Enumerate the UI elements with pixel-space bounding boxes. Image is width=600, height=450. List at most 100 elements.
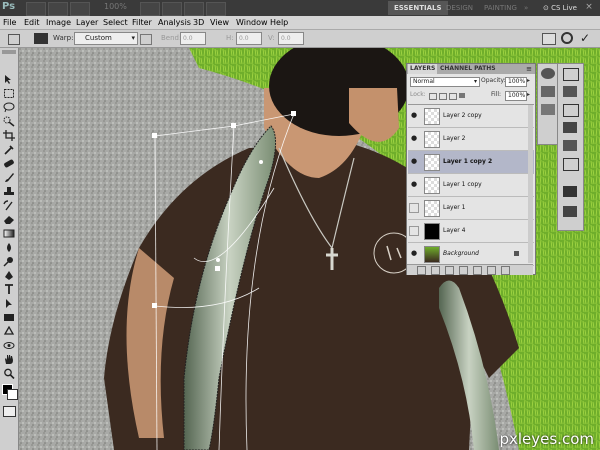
lock-all-icon[interactable] (459, 93, 465, 98)
quick-selection-tool-icon[interactable] (3, 116, 15, 127)
zoom-tool-icon[interactable] (3, 368, 15, 379)
visibility-toggle-off[interactable] (409, 203, 419, 213)
marquee-tool-icon[interactable] (3, 88, 15, 99)
blend-mode-select[interactable]: Normal ▾ (410, 77, 480, 87)
brushes-panel-icon[interactable] (563, 206, 577, 217)
layer-row[interactable]: ● Background (408, 243, 534, 266)
menu-3d[interactable]: 3D (193, 16, 204, 29)
lock-transparent-icon[interactable] (429, 93, 437, 100)
layer-style-icon[interactable] (431, 266, 440, 275)
navigator-panel-icon[interactable] (563, 86, 577, 97)
fill-slider-arrow-icon[interactable]: ▸ (527, 90, 530, 100)
3d-panel-icon[interactable] (541, 68, 555, 79)
info-panel-icon[interactable] (563, 104, 579, 117)
blur-tool-icon[interactable] (3, 242, 15, 253)
layer-row-selected[interactable]: ● Layer 1 copy 2 (408, 151, 534, 174)
pen-tool-icon[interactable] (3, 270, 15, 281)
quick-mask-icon[interactable] (3, 406, 16, 417)
new-group-icon[interactable] (473, 266, 482, 275)
eyedropper-tool-icon[interactable] (3, 144, 15, 155)
eye-icon[interactable]: ● (409, 156, 419, 166)
adjustment-layer-icon[interactable] (459, 266, 468, 275)
warp-grid-icon[interactable] (542, 33, 556, 45)
adjustments-panel-icon[interactable] (541, 104, 555, 115)
eraser-tool-icon[interactable] (3, 214, 15, 225)
tool-presets-panel-icon[interactable] (563, 186, 577, 197)
opacity-slider-arrow-icon[interactable]: ▸ (527, 76, 530, 86)
swatches-panel-icon[interactable] (563, 140, 577, 151)
tool-preset-icon[interactable] (8, 34, 20, 45)
menu-filter[interactable]: Filter (132, 16, 152, 29)
menu-help[interactable]: Help (270, 16, 288, 29)
layer-row[interactable]: Layer 1 (408, 197, 534, 220)
histogram-panel-icon[interactable] (563, 68, 579, 81)
healing-brush-tool-icon[interactable] (3, 158, 15, 169)
v-distortion-field[interactable]: 0.0 (278, 32, 304, 45)
h-distortion-field[interactable]: 0.0 (236, 32, 262, 45)
3d-orbit-tool-icon[interactable] (3, 340, 15, 351)
cancel-transform-icon[interactable] (561, 32, 573, 44)
bend-field[interactable]: 0.0 (180, 32, 206, 45)
opacity-field[interactable]: 100% (505, 77, 527, 87)
menu-view[interactable]: View (210, 16, 229, 29)
path-selection-tool-icon[interactable] (3, 298, 15, 309)
eye-icon[interactable]: ● (409, 133, 419, 143)
layer-row[interactable]: ● Layer 1 copy (408, 174, 534, 197)
menu-window[interactable]: Window (236, 16, 268, 29)
trash-icon[interactable] (501, 266, 510, 275)
hand-tool-icon[interactable] (3, 354, 15, 365)
dodge-tool-icon[interactable] (3, 256, 15, 267)
cs-live-button[interactable]: ⊙ CS Live (543, 1, 577, 15)
commit-transform-icon[interactable]: ✓ (580, 31, 590, 45)
rectangle-tool-icon[interactable] (3, 312, 15, 323)
panel-menu-icon[interactable]: ≡ (526, 64, 532, 74)
fill-field[interactable]: 100% (505, 91, 527, 101)
workspace-essentials[interactable]: ESSENTIALS (388, 1, 448, 15)
warp-style-select[interactable]: Custom ▾ (74, 32, 138, 45)
eye-icon[interactable]: ● (409, 110, 419, 120)
menu-analysis[interactable]: Analysis (158, 16, 191, 29)
move-tool-icon[interactable] (3, 74, 15, 85)
close-icon[interactable]: × (583, 1, 595, 13)
type-tool-icon[interactable] (3, 284, 15, 295)
eye-icon[interactable]: ● (409, 248, 419, 258)
menu-file[interactable]: File (3, 16, 16, 29)
extras-icon[interactable] (70, 2, 90, 16)
clone-stamp-tool-icon[interactable] (3, 186, 15, 197)
eye-icon[interactable]: ● (409, 179, 419, 189)
masks-panel-icon[interactable] (541, 86, 555, 97)
layer-list-scrollbar[interactable] (528, 105, 533, 263)
visibility-toggle-off[interactable] (409, 226, 419, 236)
layer-row[interactable]: ● Layer 2 (408, 128, 534, 151)
new-layer-icon[interactable] (487, 266, 496, 275)
warp-mode-toggle-icon[interactable] (34, 33, 48, 44)
gradient-tool-icon[interactable] (3, 228, 15, 239)
hand-icon[interactable] (140, 2, 160, 16)
tab-layers[interactable]: LAYERS (408, 64, 438, 74)
toolbox-grip[interactable] (2, 50, 16, 54)
add-mask-icon[interactable] (445, 266, 454, 275)
more-workspaces-button[interactable]: » (522, 1, 530, 15)
arrange-documents-icon[interactable] (184, 2, 204, 16)
color-panel-icon[interactable] (563, 122, 577, 133)
change-orientation-icon[interactable] (140, 34, 152, 45)
lock-position-icon[interactable] (449, 93, 457, 100)
menu-image[interactable]: Image (46, 16, 71, 29)
layer-row[interactable]: Layer 4 (408, 220, 534, 243)
menu-layer[interactable]: Layer (76, 16, 98, 29)
brush-tool-icon[interactable] (3, 172, 15, 183)
tab-channel-paths[interactable]: CHANNEL PATHS (438, 64, 498, 74)
mini-bridge-icon[interactable] (48, 2, 68, 16)
background-color-swatch[interactable] (7, 389, 18, 400)
crop-tool-icon[interactable] (3, 130, 15, 141)
bridge-icon[interactable] (26, 2, 46, 16)
zoom-level[interactable]: 100% (104, 2, 132, 14)
screen-mode-icon[interactable] (206, 2, 226, 16)
3d-rotate-tool-icon[interactable] (3, 326, 15, 337)
menu-edit[interactable]: Edit (24, 16, 40, 29)
link-layers-icon[interactable] (417, 266, 426, 275)
workspace-design[interactable]: DESIGN (440, 1, 479, 15)
styles-panel-icon[interactable] (563, 158, 579, 171)
layer-row[interactable]: ● Layer 2 copy (408, 105, 534, 128)
history-brush-tool-icon[interactable] (3, 200, 15, 211)
